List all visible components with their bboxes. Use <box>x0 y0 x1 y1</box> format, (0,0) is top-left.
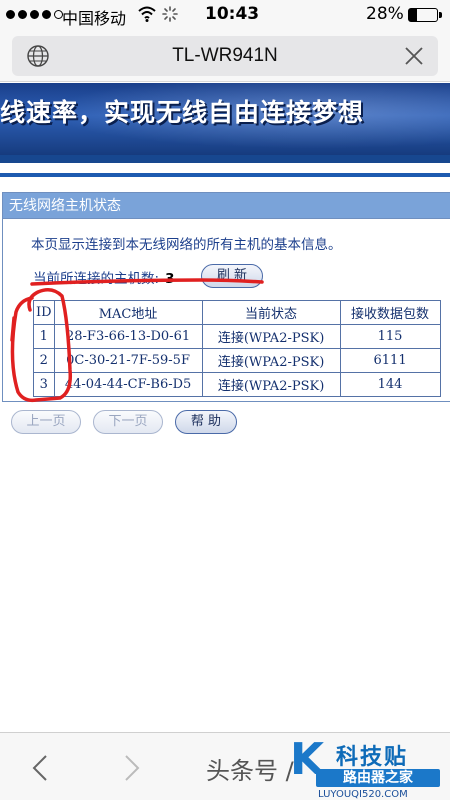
watermark-logo-box: 路由器之家 <box>316 769 440 787</box>
router-banner: 线速率，实现无线自由连接梦想 <box>0 83 450 155</box>
panel-title: 无线网络主机状态 <box>3 193 450 219</box>
status-bar: 中国移动 10:43 28% <box>0 0 450 30</box>
browser-toolbar: 头条号 / K 科技贴 路由器之家 LUYOUQI520.COM <box>0 732 450 800</box>
host-count-label: 当前所连接的主机数: <box>33 271 160 287</box>
battery-level-fill <box>409 9 417 21</box>
host-count-value: 3 <box>165 271 175 287</box>
panel-description: 本页显示连接到本无线网络的所有主机的基本信息。 <box>31 237 342 253</box>
signal-strength-icon <box>6 10 63 19</box>
table-header-row: ID MAC地址 当前状态 接收数据包数 <box>33 300 441 325</box>
host-status: 连接(WPA2-PSK) <box>201 372 341 397</box>
forward-arrow-icon[interactable] <box>122 753 142 783</box>
host-status: 连接(WPA2-PSK) <box>201 348 341 373</box>
wifi-icon <box>138 6 156 22</box>
address-bar[interactable]: TL-WR941N <box>12 36 438 76</box>
host-id: 3 <box>33 372 55 397</box>
column-header-packets: 接收数据包数 <box>339 300 441 325</box>
battery-icon <box>408 8 438 22</box>
column-header-id: ID <box>33 300 55 325</box>
banner-divider <box>0 155 450 163</box>
help-button[interactable]: 帮 助 <box>175 410 237 434</box>
loading-spinner-icon <box>162 6 178 22</box>
host-packets: 115 <box>339 324 441 349</box>
refresh-button[interactable]: 刷 新 <box>201 264 263 288</box>
host-table: ID MAC地址 当前状态 接收数据包数 1 28-F3-66-13-D0-61… <box>33 300 441 397</box>
watermark-text: 头条号 / <box>206 757 294 785</box>
watermark-logo-name: 科技贴 <box>336 745 409 770</box>
page-title[interactable]: TL-WR941N <box>12 36 438 76</box>
back-arrow-icon[interactable] <box>30 753 50 783</box>
watermark-logo-url: LUYOUQI520.COM <box>318 789 408 800</box>
column-header-mac: MAC地址 <box>53 300 203 325</box>
prev-page-button[interactable]: 上一页 <box>11 410 81 434</box>
battery-percent: 28% <box>366 4 404 24</box>
carrier-name: 中国移动 <box>62 9 127 28</box>
host-packets: 6111 <box>339 348 441 373</box>
host-status: 连接(WPA2-PSK) <box>201 324 341 349</box>
host-id: 1 <box>33 324 55 349</box>
host-packets: 144 <box>339 372 441 397</box>
table-row: 3 44-04-44-CF-B6-D5 连接(WPA2-PSK) 144 <box>33 372 441 397</box>
host-mac: 0C-30-21-7F-59-5F <box>53 348 203 373</box>
banner-slogan: 线速率，实现无线自由连接梦想 <box>0 98 365 127</box>
clock: 10:43 <box>205 4 260 24</box>
next-page-button[interactable]: 下一页 <box>93 410 163 434</box>
host-id: 2 <box>33 348 55 373</box>
host-mac: 28-F3-66-13-D0-61 <box>53 324 203 349</box>
table-row: 1 28-F3-66-13-D0-61 连接(WPA2-PSK) 115 <box>33 324 441 349</box>
browser-address-area: TL-WR941N <box>0 30 450 82</box>
table-row: 2 0C-30-21-7F-59-5F 连接(WPA2-PSK) 6111 <box>33 348 441 373</box>
column-header-status: 当前状态 <box>201 300 341 325</box>
host-status-panel: 无线网络主机状态 本页显示连接到本无线网络的所有主机的基本信息。 当前所连接的主… <box>2 192 450 434</box>
close-icon[interactable] <box>404 46 424 66</box>
globe-icon <box>27 45 49 67</box>
host-count-row: 当前所连接的主机数: 3 <box>33 267 174 287</box>
host-mac: 44-04-44-CF-B6-D5 <box>53 372 203 397</box>
